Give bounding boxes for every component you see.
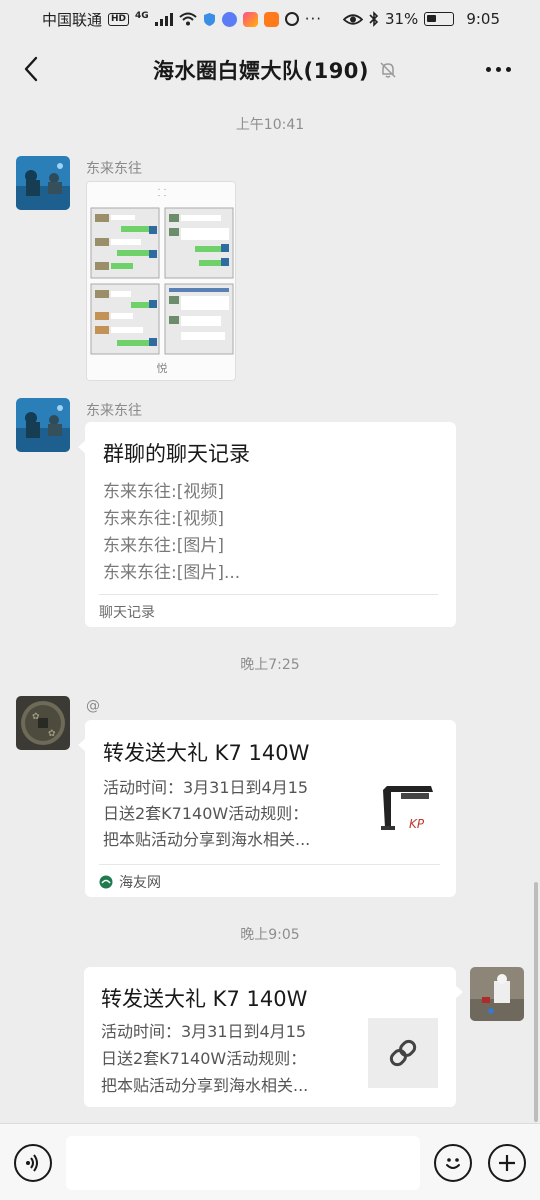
card-title: 转发送大礼 K7 140W (101, 987, 308, 1011)
wifi-icon (179, 12, 197, 26)
clock: 9:05 (466, 10, 500, 28)
back-button[interactable] (14, 52, 48, 86)
record-line: 东来东往:[图片] (103, 536, 224, 556)
shield-icon (203, 12, 215, 26)
svg-text:✿: ✿ (48, 729, 56, 739)
avatar[interactable] (16, 156, 70, 210)
network-type: 4G (135, 10, 149, 21)
battery-percent: 31% (384, 10, 419, 28)
hd-badge: HD (108, 12, 130, 26)
carrier-label: 中国联通 (42, 10, 103, 29)
chevron-left-icon (24, 56, 38, 82)
circle-icon (284, 12, 299, 26)
signal-icon (154, 12, 173, 26)
my-avatar[interactable] (470, 967, 524, 1021)
chat-header: 海水圈白嫖大队(190) (0, 38, 540, 102)
timestamp: 晚上9:05 (240, 927, 300, 943)
sender-name: @ (86, 698, 100, 714)
card-source: 海友网 (99, 872, 161, 892)
avatar[interactable]: ✿ ✿ (16, 696, 70, 750)
scrollbar[interactable] (534, 882, 538, 1122)
link-card[interactable]: 转发送大礼 K7 140W 活动时间：3月31日到4月15 日送2套K7140W… (78, 720, 456, 897)
avatar[interactable] (16, 398, 70, 452)
brand-logo: KP (409, 817, 425, 831)
emoji-button[interactable] (434, 1144, 472, 1182)
card-desc-line: 日送2套K7140W活动规则： (101, 1049, 307, 1068)
card-title: 转发送大礼 K7 140W (103, 741, 310, 765)
status-bar: 中国联通 HD 4G ··· 31% 9:05 (0, 0, 540, 38)
link-thumbnail (368, 1018, 438, 1088)
source-name: 海友网 (119, 875, 161, 891)
app-icon-store (242, 11, 258, 27)
link-icon (389, 1039, 417, 1067)
record-line: 东来东往:[视频] (103, 509, 224, 529)
sender-name: 东来东往 (86, 403, 142, 419)
emoji-icon (446, 1158, 460, 1169)
input-bar (0, 1123, 540, 1200)
chat-record-card[interactable]: 群聊的聊天记录 东来东往:[视频] 东来东往:[视频] 东来东往:[图片] 东来… (78, 422, 456, 627)
timestamp: 晚上7:25 (240, 657, 300, 673)
divider (99, 864, 440, 865)
card-desc-line: 把本贴活动分享到海水相关... (101, 1076, 309, 1095)
app-icon-video (263, 11, 279, 27)
product-thumbnail: KP (373, 776, 441, 844)
card-desc-line: 把本贴活动分享到海水相关... (103, 830, 311, 849)
card-desc-line: 日送2套K7140W活动规则： (103, 804, 309, 823)
more-button[interactable] (478, 52, 518, 86)
link-card[interactable]: 转发送大礼 K7 140W 活动时间：3月31日到4月15 日送2套K7140W… (84, 967, 463, 1107)
voice-button[interactable] (14, 1144, 52, 1182)
sender-name: 东来东往 (86, 161, 142, 177)
svg-text:⸬: ⸬ (158, 188, 166, 199)
card-title: 群聊的聊天记录 (103, 442, 250, 466)
timestamp: 上午10:41 (235, 117, 305, 133)
overflow-dots-icon: ··· (304, 10, 322, 28)
voice-icon (26, 1154, 38, 1172)
svg-text:✿: ✿ (32, 712, 40, 722)
card-footer: 聊天记录 (99, 605, 155, 621)
battery-icon (424, 12, 455, 26)
card-desc-line: 活动时间：3月31日到4月15 (101, 1022, 307, 1041)
image-message[interactable]: ⸬ 悦 (86, 181, 236, 381)
bell-slash-icon (380, 62, 396, 78)
divider (99, 594, 438, 595)
record-line: 东来东往:[图片]... (103, 563, 241, 583)
record-line: 东来东往:[视频] (103, 482, 224, 502)
eye-icon (342, 13, 363, 25)
card-desc-line: 活动时间：3月31日到4月15 (103, 778, 309, 797)
site-logo-icon (99, 875, 113, 889)
plus-button[interactable] (488, 1144, 526, 1182)
more-icon (485, 66, 491, 72)
chat-title: 海水圈白嫖大队(190) (152, 59, 370, 83)
bluetooth-icon (369, 11, 379, 27)
app-icon-music (221, 11, 237, 27)
plus-icon (499, 1155, 515, 1171)
message-input[interactable] (66, 1136, 420, 1190)
image-caption: 悦 (157, 361, 168, 375)
